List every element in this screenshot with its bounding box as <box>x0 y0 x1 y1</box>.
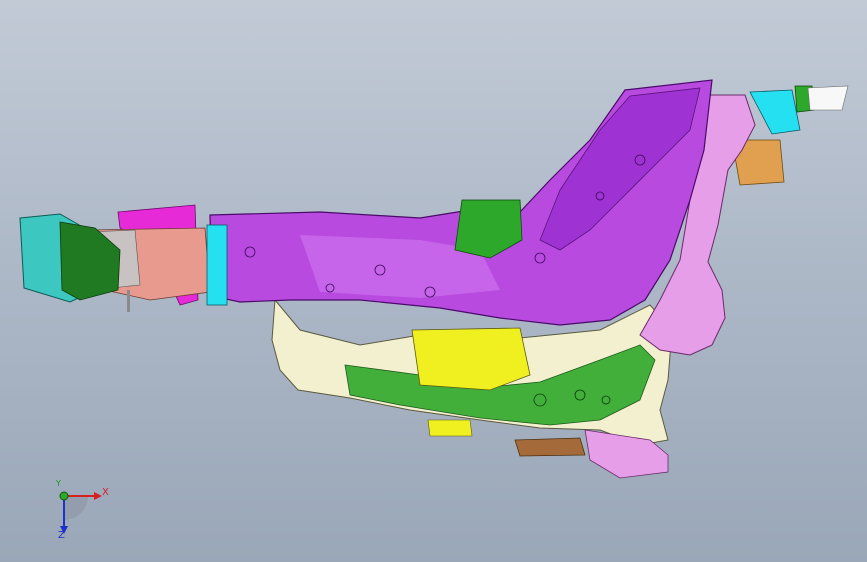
brown-bracket-lower <box>514 437 586 457</box>
car-body-rail-assembly-model[interactable] <box>0 0 867 562</box>
cyan-bulkhead-plate <box>206 224 228 306</box>
y-axis-origin <box>59 491 69 501</box>
x-axis-label: X <box>102 487 109 498</box>
y-axis-label: Y <box>56 479 61 488</box>
graphics-viewport[interactable]: X Y Z <box>0 0 867 562</box>
x-axis-arrow <box>94 492 102 500</box>
yellow-mount-block <box>411 327 531 391</box>
triad-shadow-sector <box>64 496 88 520</box>
cyan-top-bracket <box>749 89 801 135</box>
grey-locator-pin <box>127 290 130 312</box>
z-axis-label: Z <box>58 530 65 541</box>
yellow-lower-tab <box>427 419 473 437</box>
white-rear-strip <box>807 85 849 111</box>
